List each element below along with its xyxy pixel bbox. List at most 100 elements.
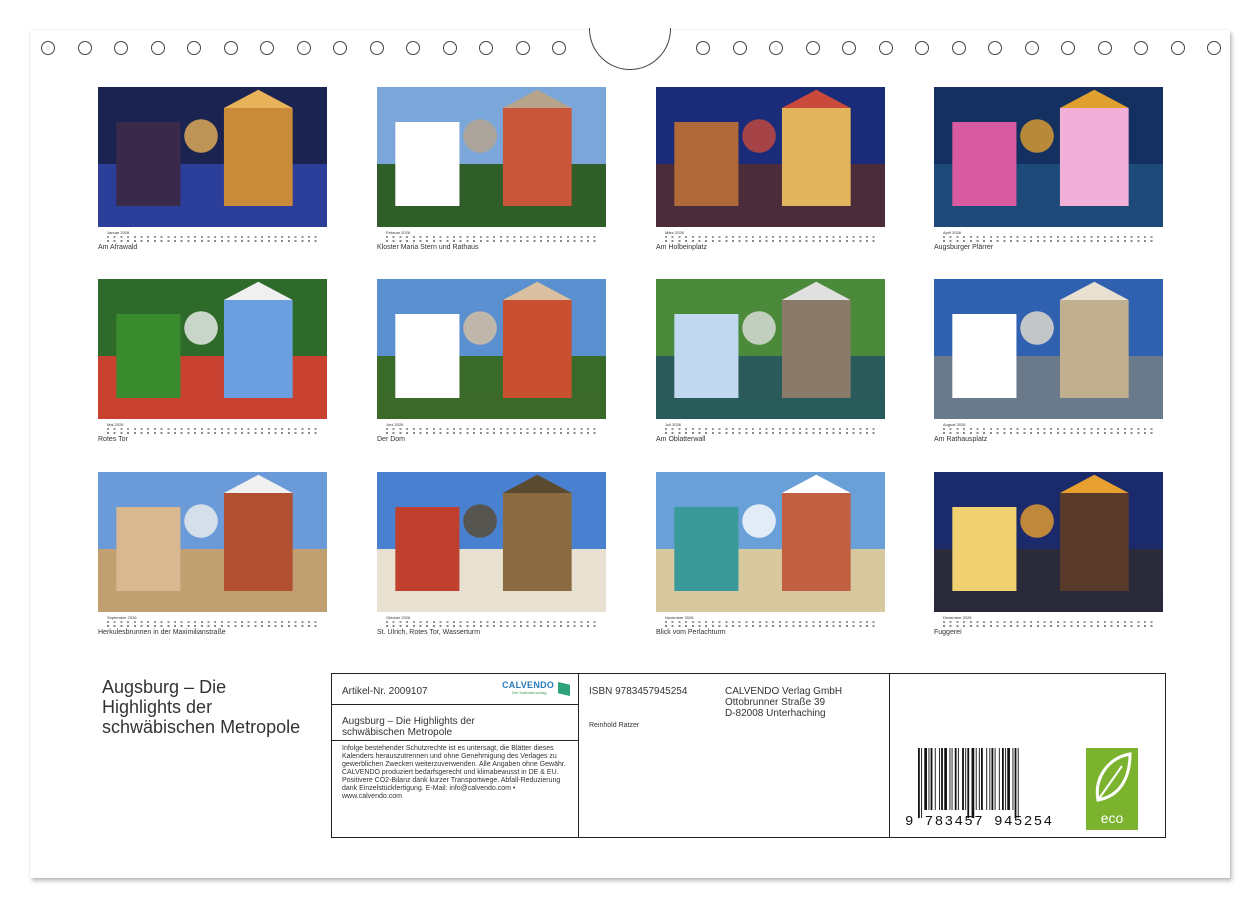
month-photo	[934, 279, 1163, 419]
month-photo	[377, 472, 606, 612]
month-calendar-strip: Januar 2026	[98, 227, 327, 243]
month-name: November 2026	[665, 615, 694, 620]
month-card: Juni 2026 Der Dom	[377, 279, 606, 443]
month-calendar-strip: Februar 2026	[377, 227, 606, 243]
article-number: Artikel-Nr. 2009107	[342, 686, 428, 697]
month-name: Dezember 2026	[943, 615, 972, 620]
month-caption: Herkulesbrunnen in der Maximilianstraße	[98, 629, 226, 636]
day-row	[386, 625, 597, 627]
month-photo	[934, 472, 1163, 612]
binding-ring	[732, 41, 747, 55]
day-row	[107, 432, 318, 434]
binding-ring	[260, 41, 274, 55]
day-row	[665, 240, 876, 242]
month-name: April 2026	[943, 230, 962, 235]
month-name: Oktober 2026	[386, 615, 411, 620]
month-caption: Rotes Tor	[98, 436, 128, 443]
calvendo-logo: CALVENDO Der Kalenderverlag	[502, 680, 570, 700]
month-card: August 2026 Am Rathausplatz	[934, 279, 1163, 443]
binding-ring	[479, 41, 493, 55]
month-card: September 2026 Herkulesbrunnen in der Ma…	[98, 472, 327, 636]
binding-ring	[41, 41, 55, 55]
month-card: Mai 2026 Rotes Tor	[98, 279, 327, 443]
month-caption: Blick vom Perlachturm	[656, 629, 726, 636]
month-caption: Am Afrawald	[98, 244, 138, 251]
day-row	[943, 432, 1154, 434]
binding-ring	[223, 41, 238, 55]
month-caption: Am Oblatterwall	[656, 436, 706, 443]
day-row	[107, 625, 318, 627]
leaf-icon	[1095, 752, 1132, 802]
month-photo	[656, 279, 885, 419]
month-card: März 2026 Am Holbeinplatz	[656, 87, 885, 251]
month-name: Februar 2026	[386, 230, 411, 235]
binding-ring	[1134, 41, 1148, 55]
month-calendar-strip: August 2026	[934, 419, 1163, 435]
month-card: November 2026 Blick vom Perlachturm	[656, 472, 885, 636]
day-row	[107, 240, 318, 242]
month-photo	[934, 87, 1163, 227]
calendar-title: Augsburg – Die Highlights der schwäbisch…	[102, 677, 301, 737]
isbn: ISBN 9783457945254	[589, 686, 688, 697]
barcode	[918, 748, 1019, 818]
info-panel: Artikel-Nr. 2009107 CALVENDO Der Kalende…	[331, 673, 1166, 838]
binding-ring	[769, 41, 783, 55]
month-name: Januar 2026	[107, 230, 130, 235]
binding-ring	[1170, 41, 1185, 55]
binding-ring	[333, 41, 347, 55]
legal-text: Infolge bestehender Schutzrechte ist es …	[342, 745, 566, 800]
binding-ring	[515, 41, 530, 55]
month-photo	[656, 472, 885, 612]
info-col-article: Artikel-Nr. 2009107 CALVENDO Der Kalende…	[332, 674, 579, 837]
binding-ring	[442, 41, 457, 55]
binding-ring	[77, 41, 92, 55]
month-caption: Augsburger Plärrer	[934, 244, 994, 251]
binding-ring	[150, 41, 165, 55]
binding-ring	[1024, 41, 1039, 55]
month-name: Juli 2026	[665, 422, 682, 427]
month-caption: St. Ulrich, Rotes Tor, Wasserturm	[377, 629, 481, 636]
binding-ring	[696, 41, 710, 55]
month-photo	[98, 472, 327, 612]
day-row	[943, 240, 1154, 242]
info-subtitle: Augsburg – Die Highlights der schwäbisch…	[342, 716, 475, 738]
month-caption: Fuggerei	[934, 629, 962, 636]
month-card: Januar 2026 Am Afrawald	[98, 87, 327, 251]
binding-ring	[406, 41, 420, 55]
month-photo	[656, 87, 885, 227]
month-caption: Am Holbeinplatz	[656, 244, 707, 251]
month-calendar-strip: Mai 2026	[98, 419, 327, 435]
month-card: April 2026 Augsburger Plärrer	[934, 87, 1163, 251]
day-row	[665, 625, 876, 627]
binding-ring	[296, 41, 311, 55]
day-row	[386, 432, 597, 434]
publisher-name: CALVENDO Verlag GmbH	[725, 686, 843, 697]
month-photo	[377, 279, 606, 419]
month-caption: Der Dom	[377, 436, 406, 443]
month-calendar-strip: April 2026	[934, 227, 1163, 243]
binding-ring	[842, 41, 856, 55]
binding-ring	[1097, 41, 1112, 55]
month-photo	[98, 87, 327, 227]
day-row	[665, 432, 876, 434]
month-name: Juni 2026	[386, 422, 404, 427]
barcode-digits: 9 783457 945254	[905, 814, 1054, 830]
day-row	[386, 240, 597, 242]
month-calendar-strip: März 2026	[656, 227, 885, 243]
month-calendar-strip: Juni 2026	[377, 419, 606, 435]
month-name: August 2026	[943, 422, 966, 427]
publisher-city: D-82008 Unterhaching	[725, 708, 826, 719]
binding-ring	[552, 41, 566, 55]
month-calendar-strip: Juli 2026	[656, 419, 885, 435]
binding-ring	[1207, 41, 1221, 55]
month-photo	[98, 279, 327, 419]
month-card: Juli 2026 Am Oblatterwall	[656, 279, 885, 443]
binding-ring	[1061, 41, 1075, 55]
eco-label: eco	[1100, 810, 1124, 826]
info-col-barcode: 9 783457 945254 eco	[890, 674, 1165, 837]
binding-ring	[114, 41, 128, 55]
binding-ring	[915, 41, 929, 55]
month-name: September 2026	[107, 615, 137, 620]
day-row	[943, 625, 1154, 627]
month-photo	[377, 87, 606, 227]
